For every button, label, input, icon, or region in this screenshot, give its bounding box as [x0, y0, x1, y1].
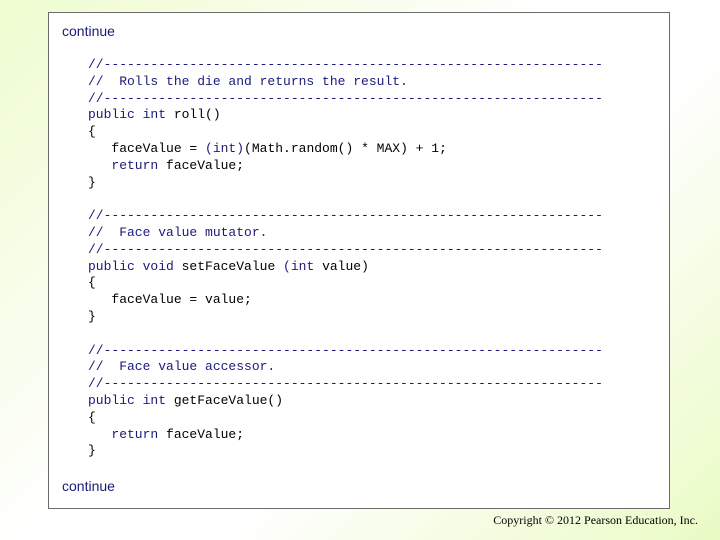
- code-token-text: faceValue = value;: [88, 292, 252, 308]
- code-token-comment: //--------------------------------------…: [88, 90, 603, 106]
- code-token-text: {: [88, 124, 96, 140]
- code-token-text: (Math.random() * MAX) + 1;: [244, 140, 447, 156]
- code-token-text: }: [88, 174, 96, 190]
- code-token-comment: //--------------------------------------…: [88, 241, 603, 257]
- code-token-text: {: [88, 275, 96, 291]
- code-line: }: [88, 309, 668, 326]
- code-token-text: faceValue;: [158, 426, 245, 442]
- code-token-comment: // Face value mutator.: [88, 224, 268, 240]
- code-slide-panel: continue //-----------------------------…: [48, 12, 670, 509]
- code-token-comment: //--------------------------------------…: [88, 208, 603, 224]
- code-line: return faceValue;: [88, 158, 668, 175]
- code-token-comment: //--------------------------------------…: [88, 342, 603, 358]
- code-line: }: [88, 175, 668, 192]
- code-line: public void setFaceValue (int value): [88, 259, 668, 276]
- continue-label-top: continue: [62, 23, 115, 39]
- code-token-keyword: return: [111, 426, 159, 442]
- code-line: // Face value accessor.: [88, 359, 668, 376]
- code-token-comment: // Face value accessor.: [88, 359, 276, 375]
- code-line: //--------------------------------------…: [88, 91, 668, 108]
- code-line: {: [88, 410, 668, 427]
- code-token-keyword: return: [111, 157, 159, 173]
- continue-label-bottom: continue: [62, 478, 115, 494]
- code-token-keyword: public int: [88, 392, 167, 408]
- code-line: return faceValue;: [88, 427, 668, 444]
- code-line: //--------------------------------------…: [88, 208, 668, 225]
- code-token-text: roll(): [166, 107, 221, 123]
- code-block: //--------------------------------------…: [88, 57, 668, 460]
- code-token-text: {: [88, 409, 96, 425]
- code-token-text: setFaceValue: [173, 258, 284, 274]
- code-line: faceValue = value;: [88, 292, 668, 309]
- code-token-keyword: public int: [88, 107, 167, 123]
- code-line: faceValue = (int)(Math.random() * MAX) +…: [88, 141, 668, 158]
- code-line: //--------------------------------------…: [88, 376, 668, 393]
- code-line: // Face value mutator.: [88, 225, 668, 242]
- code-token-text: }: [88, 443, 96, 459]
- code-token-text: value): [314, 258, 369, 274]
- code-line: //--------------------------------------…: [88, 343, 668, 360]
- code-token-keyword: public void: [88, 258, 174, 274]
- code-line: public int roll(): [88, 107, 668, 124]
- code-token-text: faceValue;: [158, 157, 245, 173]
- code-token-text: faceValue =: [88, 140, 206, 156]
- code-token-text: getFaceValue(): [166, 392, 284, 408]
- code-token-comment: // Rolls the die and returns the result.: [88, 73, 408, 89]
- code-token-keyword: (int: [283, 258, 315, 274]
- code-line: //--------------------------------------…: [88, 242, 668, 259]
- code-line: // Rolls the die and returns the result.: [88, 74, 668, 91]
- code-token-comment: //--------------------------------------…: [88, 57, 603, 72]
- code-line: //--------------------------------------…: [88, 57, 668, 74]
- code-token-comment: //--------------------------------------…: [88, 376, 603, 392]
- code-line: {: [88, 124, 668, 141]
- code-line: public int getFaceValue(): [88, 393, 668, 410]
- copyright-notice: Copyright © 2012 Pearson Education, Inc.: [493, 513, 698, 527]
- code-line: {: [88, 275, 668, 292]
- code-token-keyword: (int): [205, 140, 245, 156]
- code-line: }: [88, 443, 668, 460]
- code-token-text: }: [88, 308, 96, 324]
